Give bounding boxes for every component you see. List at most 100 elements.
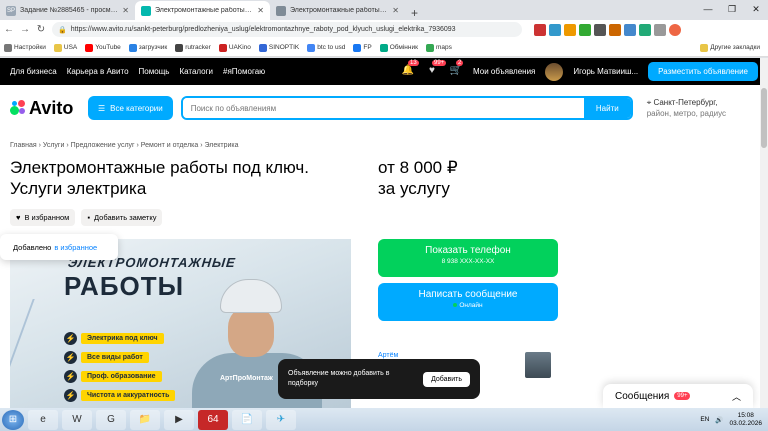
scrollbar-thumb[interactable] [761,88,767,148]
helmet-icon [220,279,282,313]
nav-help[interactable]: Помощь [139,67,170,76]
extension-icon[interactable] [609,23,621,36]
bookmark-rutracker[interactable]: rutracker [175,43,211,52]
avatar[interactable] [545,62,564,81]
extension-icon[interactable] [654,23,666,36]
note-label: Добавить заметку [94,213,157,222]
location-selector[interactable]: ⌖ Санкт-Петербург, район, метро, радиус [647,97,726,119]
close-tab-icon[interactable]: ✕ [392,6,399,15]
taskbar-app-telegram[interactable]: ✈ [266,409,296,430]
bookmark-sinoptik[interactable]: SINOPTIK [258,43,299,52]
bookmark-fp[interactable]: FP [353,43,372,52]
taskbar-app-word[interactable]: W [62,409,92,430]
taskbar-app-ie[interactable]: e [28,409,58,430]
messages-panel[interactable]: Сообщения 99+ ︿ [603,384,753,408]
tab-avito-active[interactable]: Электромонтажные работы под ✕ [135,1,270,20]
bookmark-youtube[interactable]: YouTube [85,43,121,52]
bookmark-other[interactable]: Другие закладки [700,43,768,52]
extension-icon[interactable] [564,23,576,36]
page-scrollbar[interactable] [760,58,768,408]
bookmark-downloader[interactable]: загрузчик [128,43,167,52]
taskbar-app-64[interactable]: 64 [198,409,228,430]
extension-icon[interactable] [639,23,651,36]
minimize-button[interactable]: — [696,0,720,18]
tab-label: Электромонтажные работы под [290,7,389,14]
breadcrumb[interactable]: Главная › Услуги › Предложение услуг › Р… [10,142,239,149]
back-icon[interactable]: ← [4,24,14,35]
favorite-button[interactable]: ♥ В избранном [10,209,76,226]
nav-help-hashtag[interactable]: #яПомогаю [223,67,265,76]
taskbar-app-media[interactable]: ▶ [164,409,194,430]
reload-icon[interactable]: ↻ [36,24,46,35]
extension-icon[interactable] [594,23,606,36]
nav-catalogs[interactable]: Каталоги [179,67,213,76]
extension-icon[interactable] [534,23,546,36]
messages-label: Сообщения [615,390,670,402]
seller-link[interactable]: Артём [378,352,398,359]
maximize-button[interactable]: ❐ [720,0,744,18]
bolt-icon: ⚡ [64,389,77,402]
ad-actions: ♥ В избранном ▪ Добавить заметку [10,209,163,226]
chevron-up-icon[interactable]: ︿ [732,390,741,403]
bookmark-uakino[interactable]: UAKino [218,43,251,52]
extension-icon[interactable] [624,23,636,36]
tab-task[interactable]: SP Задание №2885465 - просмотр з ✕ [0,1,135,20]
address-bar-row: ← → ↻ 🔒 https://www.avito.ru/sankt-peter… [0,20,768,39]
avito-logo[interactable]: Avito [10,98,80,119]
user-name[interactable]: Игорь Матвииш... [573,67,638,76]
bookmark-settings[interactable]: Настройки [4,43,46,52]
my-ads-link[interactable]: Мои объявления [473,67,535,76]
list-item: ⚡ Проф. образование [64,370,175,383]
taskbar-app-explorer[interactable]: 📁 [130,409,160,430]
bookmark-usa[interactable]: USA [53,43,77,52]
post-ad-button[interactable]: Разместить объявление [648,62,758,81]
nav-career[interactable]: Карьера в Авито [67,67,129,76]
taskbar-app-docs[interactable]: 📄 [232,409,262,430]
photo-headline-2: РАБОТЫ [64,271,185,301]
add-note-button[interactable]: ▪ Добавить заметку [81,209,163,226]
all-categories-button[interactable]: ☰ Все категории [88,96,173,120]
profile-icon[interactable] [669,23,681,36]
tab-avito-2[interactable]: Электромонтажные работы под ✕ [270,1,405,20]
language-indicator[interactable]: EN [700,416,709,423]
favorites-icon[interactable]: ♥ 99+ [425,59,447,79]
url-field[interactable]: 🔒 https://www.avito.ru/sankt-peterburg/p… [52,22,522,37]
close-window-button[interactable]: ✕ [744,0,768,18]
bookmark-btc[interactable]: btc to usd [307,43,345,52]
write-message-button[interactable]: Написать сообщение Онлайн [378,283,558,321]
avito-dots-icon [10,100,26,116]
window-controls: — ❐ ✕ [696,0,768,18]
seller-avatar[interactable] [525,352,551,378]
bookmark-maps[interactable]: maps [425,43,452,52]
search-input[interactable] [182,98,584,118]
show-phone-button[interactable]: Показать телефон 8 938 XXX-XX-XX [378,239,558,277]
notifications-badge: 13 [407,59,419,66]
bolt-icon: ⚡ [64,370,77,383]
price-value: от 8 000 ₽ [378,158,458,177]
browser-chrome: SP Задание №2885465 - просмотр з ✕ Элект… [0,0,768,58]
new-tab-button[interactable]: + [405,6,424,20]
extension-icon[interactable] [579,23,591,36]
close-tab-icon[interactable]: ✕ [257,6,264,15]
notifications-icon[interactable]: 🔔 13 [401,59,419,79]
sp-favicon-icon: SP [6,5,16,16]
toast-text: Объявление можно добавить в подборку [288,370,390,387]
cart-icon[interactable]: 🛒 2 [449,59,464,79]
add-to-collection-button[interactable]: Добавить [423,371,470,387]
taskbar-app-chrome[interactable]: G [96,409,126,430]
extension-icon[interactable] [549,23,561,36]
messages-badge: 99+ [674,392,691,400]
tab-strip: SP Задание №2885465 - просмотр з ✕ Элект… [0,0,768,20]
close-tab-icon[interactable]: ✕ [122,6,129,15]
nav-business[interactable]: Для бизнеса [10,67,57,76]
favorites-link[interactable]: в избранное [54,243,97,252]
start-button[interactable]: ⊞ [2,409,24,430]
forward-icon[interactable]: → [20,24,30,35]
search-box: Найти [180,96,633,120]
clock[interactable]: 15:08 03.02.2026 [729,412,762,428]
search-button[interactable]: Найти [583,98,631,118]
volume-icon[interactable]: 🔊 [715,416,723,424]
avito-page: Для бизнеса Карьера в Авито Помощь Катал… [0,58,768,408]
bookmark-exchanger[interactable]: Обмінник [379,43,418,52]
cart-badge: 2 [455,59,464,66]
